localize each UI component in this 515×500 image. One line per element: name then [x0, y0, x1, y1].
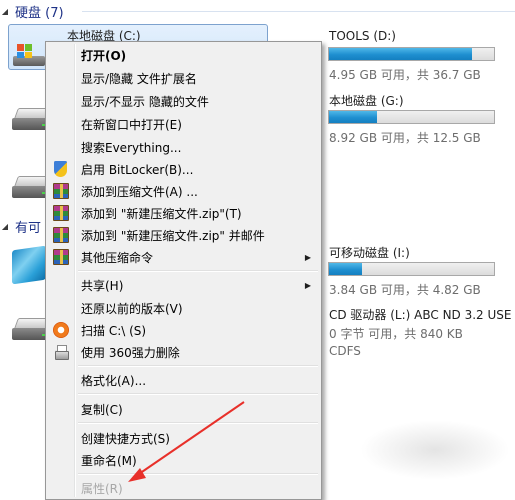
menu-item-label: 复制(C) [81, 402, 123, 417]
uac-shield-icon [54, 161, 67, 177]
capacity-fill [329, 111, 377, 123]
menu-item-open[interactable]: 打开(O) [48, 44, 319, 66]
menu-item-bitlocker[interactable]: 启用 BitLocker(B)... [48, 158, 319, 180]
windows-drive-icon [13, 44, 45, 66]
group-title: 硬盘 (7) [15, 5, 64, 21]
360-icon [53, 322, 69, 338]
drive-info: 4.95 GB 可用，共 36.7 GB [329, 68, 481, 82]
menu-separator [78, 422, 318, 424]
menu-item-label: 添加到 "新建压缩文件.zip"(T) [81, 206, 242, 221]
menu-item-other-compress[interactable]: 其他压缩命令 ▶ [48, 246, 319, 268]
capacity-bar [328, 262, 495, 276]
menu-item-add-archive[interactable]: 添加到压缩文件(A) ... [48, 180, 319, 202]
menu-item-label: 格式化(A)... [81, 373, 147, 388]
menu-item-create-shortcut[interactable]: 创建快捷方式(S) [48, 427, 319, 449]
menu-item-label: 共享(H) [81, 278, 124, 293]
blurred-watermark [360, 420, 510, 480]
menu-separator [78, 393, 318, 395]
menu-item-label: 添加到压缩文件(A) ... [81, 184, 198, 199]
menu-item-label: 还原以前的版本(V) [81, 301, 183, 316]
menu-item-search-everything[interactable]: 搜索Everything... [48, 136, 319, 158]
drive-name: TOOLS (D:) [329, 29, 396, 43]
collapse-triangle-icon[interactable]: ◢ [0, 7, 10, 16]
menu-separator [78, 270, 318, 272]
removable-disk-icon [12, 245, 46, 285]
menu-item-label: 创建快捷方式(S) [81, 431, 170, 446]
menu-item-label: 重命名(M) [81, 453, 137, 468]
capacity-fill [329, 48, 472, 60]
menu-item-scan[interactable]: 扫描 C:\ (S) [48, 319, 319, 341]
hard-disks-group-header[interactable]: ◢ 硬盘 (7) [0, 2, 64, 21]
menu-separator [78, 473, 318, 475]
drive-name: 本地磁盘 (G:) [329, 94, 404, 108]
menu-item-share[interactable]: 共享(H) ▶ [48, 274, 319, 296]
menu-item-label: 搜索Everything... [81, 140, 182, 155]
menu-item-rename[interactable]: 重命名(M) [48, 449, 319, 471]
menu-item-toggle-extensions[interactable]: 显示/隐藏 文件扩展名 [48, 67, 319, 89]
menu-item-label: 添加到 "新建压缩文件.zip" 并邮件 [81, 228, 265, 243]
menu-item-label: 打开(O) [81, 48, 127, 63]
drive-name: CD 驱动器 (L:) ABC ND 3.2 USE [329, 308, 512, 322]
menu-item-add-to-zip-email[interactable]: 添加到 "新建压缩文件.zip" 并邮件 [48, 224, 319, 246]
drive-name: 可移动磁盘 (I:) [329, 246, 410, 260]
winrar-icon [53, 183, 69, 199]
menu-item-restore-versions[interactable]: 还原以前的版本(V) [48, 297, 319, 319]
group-title: 有可 [15, 220, 42, 236]
removable-group-header[interactable]: ◢ 有可 [0, 217, 42, 236]
submenu-arrow-icon: ▶ [304, 280, 311, 290]
context-menu[interactable]: 打开(O) 显示/隐藏 文件扩展名 显示/不显示 隐藏的文件 在新窗口中打开(E… [45, 41, 322, 500]
menu-item-label: 扫描 C:\ (S) [81, 323, 147, 338]
capacity-bar [328, 110, 495, 124]
menu-item-copy[interactable]: 复制(C) [48, 398, 319, 420]
menu-item-force-delete[interactable]: 使用 360强力删除 [48, 341, 319, 363]
winrar-icon [53, 249, 69, 265]
drive-info: 8.92 GB 可用，共 12.5 GB [329, 131, 481, 145]
menu-item-label: 显示/不显示 隐藏的文件 [81, 94, 209, 109]
menu-item-toggle-hidden[interactable]: 显示/不显示 隐藏的文件 [48, 90, 319, 112]
submenu-arrow-icon: ▶ [304, 252, 311, 262]
menu-item-label: 在新窗口中打开(E) [81, 117, 182, 132]
drive-info: 3.84 GB 可用，共 4.82 GB [329, 283, 481, 297]
winrar-icon [53, 227, 69, 243]
capacity-bar [328, 47, 495, 61]
capacity-fill [329, 263, 362, 275]
menu-item-label: 启用 BitLocker(B)... [81, 162, 194, 177]
collapse-triangle-icon[interactable]: ◢ [0, 222, 10, 231]
menu-separator [78, 365, 318, 367]
menu-item-format[interactable]: 格式化(A)... [48, 369, 319, 391]
menu-item-add-to-zip[interactable]: 添加到 "新建压缩文件.zip"(T) [48, 202, 319, 224]
winrar-icon [53, 205, 69, 221]
menu-item-label: 使用 360强力删除 [81, 345, 180, 360]
menu-item-open-new-window[interactable]: 在新窗口中打开(E) [48, 113, 319, 135]
menu-item-label: 其他压缩命令 [81, 250, 154, 265]
menu-item-properties[interactable]: 属性(R) [48, 477, 319, 499]
drive-info: 0 字节 可用，共 840 KB [329, 327, 463, 341]
drive-filesystem: CDFS [329, 344, 361, 358]
shredder-icon [53, 344, 69, 360]
menu-item-label: 属性(R) [81, 481, 123, 496]
menu-item-label: 显示/隐藏 文件扩展名 [81, 71, 197, 86]
group-divider [82, 11, 515, 12]
